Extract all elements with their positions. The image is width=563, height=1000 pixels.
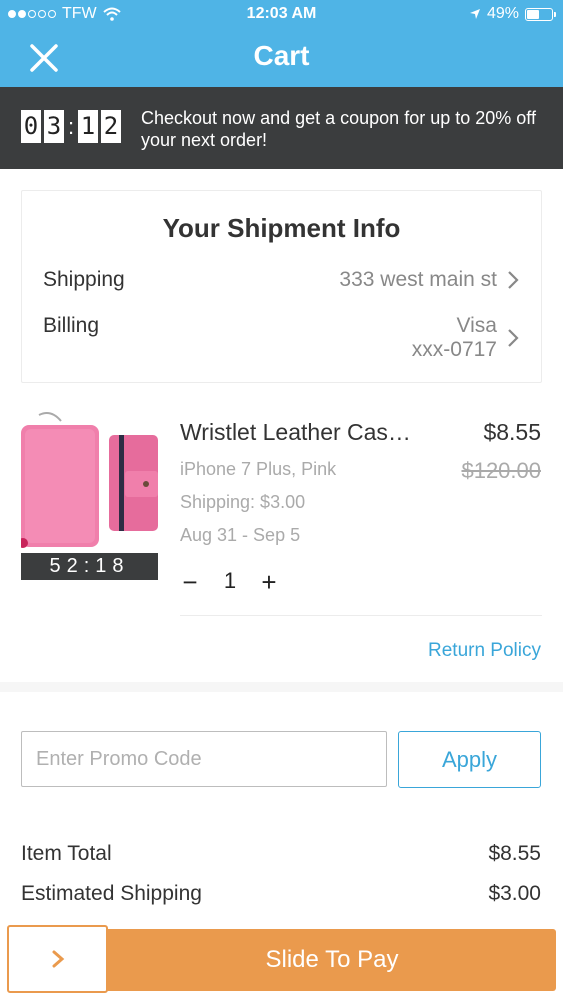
top-bar: TFW 12:03 AM 49% Cart bbox=[0, 0, 563, 87]
timer-digit: 3 bbox=[44, 110, 64, 143]
quantity-increase-button[interactable]: + bbox=[258, 567, 280, 598]
timer-digit: 2 bbox=[101, 110, 121, 143]
product-price: $8.55 bbox=[483, 419, 541, 445]
timer-digit: 0 bbox=[21, 110, 41, 143]
countdown-timer: 0 3 : 1 2 bbox=[21, 110, 124, 143]
banner-message: Checkout now and get a coupon for up to … bbox=[141, 108, 536, 150]
shipment-title: Your Shipment Info bbox=[162, 213, 401, 243]
billing-card-number: xxx-0717 bbox=[411, 338, 497, 361]
quantity-decrease-button[interactable]: − bbox=[179, 567, 201, 598]
estimated-shipping-value: $3.00 bbox=[488, 882, 541, 905]
product-variant: iPhone 7 Plus, Pink bbox=[180, 459, 337, 479]
product-original-price: $120.00 bbox=[461, 458, 541, 483]
apply-promo-button[interactable]: Apply bbox=[398, 731, 541, 788]
page-title: Cart bbox=[253, 40, 310, 71]
divider bbox=[180, 615, 542, 616]
product-countdown: 52:18 bbox=[21, 553, 158, 580]
return-policy-link[interactable]: Return Policy bbox=[428, 640, 541, 662]
battery-percent: 49% bbox=[486, 5, 519, 22]
timer-digit: 1 bbox=[78, 110, 98, 143]
billing-label: Billing bbox=[43, 314, 100, 337]
shipment-info-card: Your Shipment Info Shipping 333 west mai… bbox=[21, 190, 542, 383]
billing-card-type: Visa bbox=[456, 314, 497, 337]
battery-icon bbox=[525, 7, 556, 21]
product-shipping: Shipping: $3.00 bbox=[180, 492, 306, 512]
billing-method: Visa xxx-0717 bbox=[412, 314, 497, 362]
product-name[interactable]: Wristlet Leather Cas… bbox=[180, 419, 440, 446]
promo-code-input[interactable] bbox=[21, 731, 387, 787]
status-bar: TFW 12:03 AM 49% bbox=[0, 0, 563, 30]
location-arrow-icon bbox=[469, 9, 480, 19]
pink-wallet-case-image bbox=[21, 411, 158, 553]
shipping-label: Shipping bbox=[43, 268, 125, 291]
item-total-value: $8.55 bbox=[488, 842, 541, 865]
item-total-label: Item Total bbox=[21, 842, 112, 865]
product-image[interactable] bbox=[21, 411, 158, 553]
product-delivery-dates: Aug 31 - Sep 5 bbox=[180, 525, 301, 545]
estimated-shipping-label: Estimated Shipping bbox=[21, 882, 202, 905]
chevron-right-icon bbox=[508, 271, 519, 289]
quantity-value: 1 bbox=[223, 568, 237, 593]
section-separator bbox=[0, 682, 563, 692]
coupon-banner: 0 3 : 1 2 Checkout now and get a coupon … bbox=[0, 87, 563, 169]
chevron-right-icon bbox=[508, 329, 519, 347]
slide-to-pay-handle[interactable] bbox=[7, 925, 108, 993]
slide-to-pay-label: Slide To Pay bbox=[265, 946, 399, 973]
timer-separator: : bbox=[67, 113, 75, 139]
shipping-address: 333 west main st bbox=[339, 268, 497, 291]
chevron-right-icon bbox=[52, 950, 64, 968]
